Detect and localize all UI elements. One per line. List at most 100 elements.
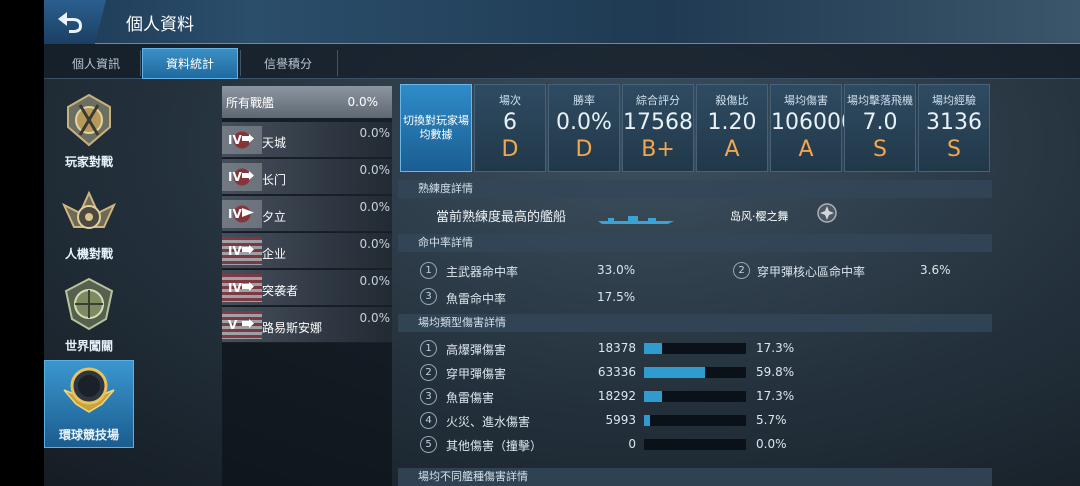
stat-grade: A — [798, 137, 814, 162]
damage-label: 穿甲彈傷害 — [446, 367, 507, 381]
hit-rate-value: 3.6% — [920, 263, 951, 277]
tab-personal-info[interactable]: 個人資訊 — [52, 48, 140, 79]
stat-value: 6 — [503, 110, 517, 135]
stat-card-avg-damage: 場均傷害 106000 A — [770, 84, 855, 172]
tab-divider — [337, 50, 338, 76]
ship-type-damage-section-header: 場均不同艦種傷害詳情 — [398, 468, 992, 486]
mode-world[interactable]: 世界闖關 — [44, 270, 134, 358]
battleship-class-icon — [242, 319, 254, 328]
switch-data-button[interactable]: 切換對玩家場均數據 — [400, 84, 472, 172]
carrier-class-icon — [242, 245, 254, 254]
stat-label: 場均傷害 — [784, 94, 828, 107]
proficiency-section-header: 熟練度詳情 — [398, 180, 992, 198]
mode-pve-label: 人機對戰 — [64, 247, 113, 261]
ship-pct: 0.0% — [359, 311, 391, 325]
pvp-emblem-icon — [67, 93, 111, 147]
stat-grade: D — [501, 137, 519, 162]
damage-value: 0 — [628, 437, 636, 451]
damage-index: 1 — [420, 340, 437, 357]
tab-reputation[interactable]: 信譽積分 — [240, 48, 336, 79]
stat-value: 0.0% — [556, 110, 612, 135]
tab-data-stats[interactable]: 資料統計 — [142, 48, 238, 79]
ship-row[interactable]: IV 长门 0.0% — [222, 159, 392, 195]
ship-row[interactable]: IV 企业 0.0% — [222, 233, 392, 269]
ship-pct: 0.0% — [359, 126, 391, 140]
mode-pve[interactable]: 人機對戰 — [44, 178, 134, 266]
damage-pct: 17.3% — [756, 389, 795, 403]
damage-bar-fill — [644, 343, 662, 354]
stat-value: 17568 — [623, 110, 693, 135]
ship-silhouette-icon — [598, 216, 674, 224]
stat-value: 1.20 — [707, 110, 757, 135]
damage-index: 5 — [420, 436, 437, 453]
damage-value: 5993 — [605, 413, 636, 427]
page-title: 個人資料 — [126, 15, 194, 35]
stat-label: 殺傷比 — [715, 94, 749, 107]
stat-grade: A — [724, 137, 740, 162]
stat-card-planes: 場均擊落飛機 7.0 S — [844, 84, 916, 172]
mode-arena[interactable]: 環球競技場 — [44, 360, 134, 448]
damage-bar-fill — [644, 367, 705, 378]
ship-row[interactable]: IV 夕立 0.0% — [222, 196, 392, 232]
battleship-class-icon — [242, 171, 254, 180]
ship-name: 夕立 — [262, 210, 287, 224]
ship-pct: 0.0% — [359, 237, 391, 251]
hit-rate-label: 魚雷命中率 — [446, 292, 507, 306]
damage-bar-fill — [644, 415, 650, 426]
damage-label: 魚雷傷害 — [446, 391, 495, 405]
ship-tier: IV — [228, 170, 242, 184]
carrier-class-icon — [242, 134, 254, 143]
damage-pct: 59.8% — [756, 365, 795, 379]
ship-row[interactable]: V 路易斯安娜 0.0% — [222, 307, 392, 343]
ship-pct: 0.0% — [359, 163, 391, 177]
hit-rate-value: 17.5% — [597, 290, 636, 304]
damage-label: 火災、進水傷害 — [446, 415, 531, 429]
arena-emblem-icon — [63, 367, 115, 413]
header-bar — [44, 0, 1080, 44]
damage-bar-track — [644, 415, 746, 426]
damage-bar-track — [644, 367, 746, 378]
back-arrow-icon — [58, 12, 82, 33]
damage-bar-track — [644, 391, 746, 402]
ship-tier: IV — [228, 281, 242, 295]
ship-all-item[interactable]: 所有戰艦 0.0% — [222, 86, 392, 118]
stat-card-winrate: 勝率 0.0% D — [548, 84, 620, 172]
ship-name: 天城 — [262, 136, 287, 150]
stat-grade: B+ — [641, 137, 675, 162]
ship-name: 企业 — [262, 247, 287, 261]
mode-nav: 玩家對戰 人機對戰 世界闖關 環球競技場 — [44, 86, 134, 486]
stat-grade: D — [575, 137, 593, 162]
hit-rate-index: 1 — [420, 262, 437, 279]
stat-label: 場次 — [499, 94, 521, 107]
stat-value: 106000 — [771, 110, 855, 135]
hit-rate-index: 2 — [733, 262, 750, 279]
stat-label: 綜合評分 — [636, 94, 680, 107]
damage-section-header: 場均類型傷害詳情 — [398, 314, 992, 332]
ship-tier: IV — [228, 244, 242, 258]
left-black-strip — [0, 0, 44, 486]
ship-all-pct: 0.0% — [347, 95, 379, 109]
damage-index: 2 — [420, 364, 437, 381]
damage-value: 18292 — [597, 389, 636, 403]
world-emblem-icon — [64, 277, 114, 331]
mode-pvp-label: 玩家對戰 — [64, 155, 113, 169]
ship-name: 路易斯安娜 — [262, 321, 323, 335]
ship-tier: IV — [228, 133, 242, 147]
ship-all-label: 所有戰艦 — [226, 95, 275, 110]
stat-label: 勝率 — [573, 94, 595, 107]
stat-grade: S — [947, 137, 961, 162]
ship-row[interactable]: IV 天城 0.0% — [222, 122, 392, 158]
hit-rate-section-header: 命中率詳情 — [398, 234, 992, 252]
damage-pct: 0.0% — [756, 437, 787, 451]
mode-arena-label: 環球競技場 — [58, 428, 119, 442]
stat-card-battles: 場次 6 D — [474, 84, 546, 172]
destroyer-class-icon — [242, 208, 254, 217]
damage-bar-track — [644, 343, 746, 354]
damage-index: 4 — [420, 412, 437, 429]
stat-card-kd: 殺傷比 1.20 A — [696, 84, 768, 172]
ship-row[interactable]: IV 突袭者 0.0% — [222, 270, 392, 306]
mode-pvp[interactable]: 玩家對戰 — [44, 86, 134, 174]
mode-world-label: 世界闖關 — [64, 339, 113, 353]
ship-tier: IV — [228, 207, 242, 221]
hit-rate-index: 3 — [420, 288, 437, 305]
